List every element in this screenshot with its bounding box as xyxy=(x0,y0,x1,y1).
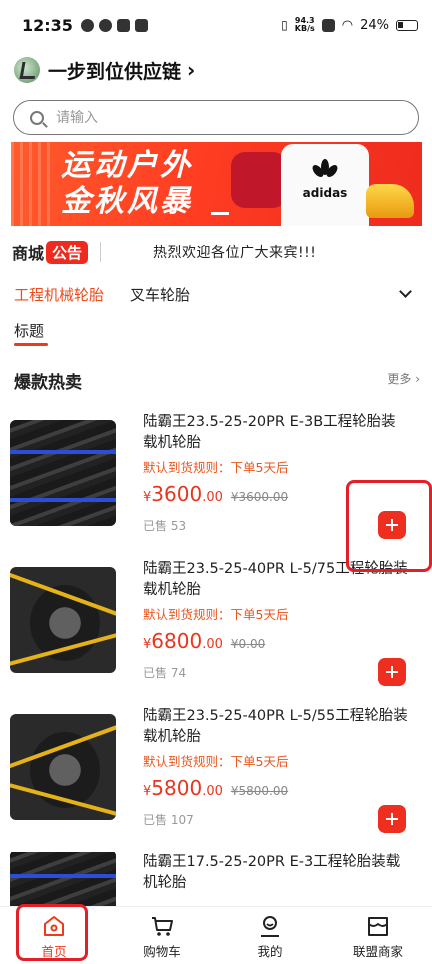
sold-count: 已售 53 xyxy=(143,519,187,533)
original-price: ¥5800.00 xyxy=(230,784,289,798)
notice-badge: 公告 xyxy=(46,240,89,264)
price-integer: 5800 xyxy=(151,776,203,800)
sim-off-icon xyxy=(321,18,335,32)
banner-headline: 运动户外 金秋风暴 xyxy=(61,148,193,220)
highlight-box xyxy=(16,904,88,961)
product-price: ¥ 6800 .00 ¥0.00 xyxy=(143,629,265,653)
banner-decoration xyxy=(11,142,51,226)
tire-band xyxy=(10,874,116,878)
product-card[interactable]: 陆霸王23.5-25-40PR L-5/55工程轮胎装载机轮胎 默认到货规则：下… xyxy=(0,706,432,846)
sold-count: 已售 74 xyxy=(143,666,187,680)
product-image[interactable] xyxy=(10,714,116,820)
tire-band xyxy=(10,498,116,502)
shop-name: 一步到位供应链 xyxy=(48,60,182,83)
product-card[interactable]: 陆霸王17.5-25-20PR E-3工程轮胎装载机轮胎 xyxy=(0,852,432,906)
banner-shirt-image: adidas xyxy=(281,144,369,226)
wifi-icon: ◠ xyxy=(341,17,354,33)
trefoil-logo-icon xyxy=(312,159,338,177)
price-integer: 6800 xyxy=(151,629,203,653)
tire-tread xyxy=(10,420,116,526)
status-bar: 12:35 ▯ 94.3 KB/s ◠ 24% xyxy=(0,0,432,50)
tab-engineering-tires[interactable]: 工程机械轮胎 xyxy=(14,284,104,305)
banner-arrow xyxy=(211,212,229,215)
weibo-icon xyxy=(80,18,94,32)
highlight-box xyxy=(346,480,432,572)
search-input[interactable] xyxy=(56,109,356,126)
vibrate-icon: ▯ xyxy=(281,18,288,32)
product-price: ¥ 5800 .00 ¥5800.00 xyxy=(143,776,288,800)
nav-label: 联盟商家 xyxy=(352,944,403,959)
shop-logo xyxy=(14,57,40,83)
add-to-cart-button[interactable] xyxy=(378,805,406,833)
search-bar[interactable] xyxy=(13,100,419,135)
delivery-rule: 默认到货规则：下单5天后 xyxy=(143,754,289,769)
banner-bag-image xyxy=(231,152,287,208)
price-integer: 3600 xyxy=(151,482,203,506)
notice-text: 热烈欢迎各位广大来宾!!! xyxy=(153,245,317,261)
price-decimal: .00 xyxy=(202,637,223,652)
price-currency: ¥ xyxy=(143,637,152,652)
promo-banner[interactable]: 运动户外 金秋风暴 adidas xyxy=(11,142,422,226)
product-card[interactable]: 陆霸王23.5-25-40PR L-5/75工程轮胎装载机轮胎 默认到货规则：下… xyxy=(0,559,432,699)
category-tabs: 工程机械轮胎 叉车轮胎 xyxy=(14,282,418,306)
status-time: 12:35 xyxy=(22,15,73,35)
notice-bar[interactable]: 商城 公告 热烈欢迎各位广大来宾!!! xyxy=(12,238,422,266)
original-price: ¥3600.00 xyxy=(230,490,289,504)
product-name[interactable]: 陆霸王17.5-25-20PR E-3工程轮胎装载机轮胎 xyxy=(143,852,408,894)
original-price: ¥0.00 xyxy=(230,637,266,651)
banner-shoe-image xyxy=(366,184,414,218)
status-right: ▯ 94.3 KB/s ◠ 24% xyxy=(281,17,418,33)
chevron-right-icon: › xyxy=(187,58,196,82)
tab-forklift-tires[interactable]: 叉车轮胎 xyxy=(130,284,190,305)
price-currency: ¥ xyxy=(143,490,152,505)
notification-icons xyxy=(80,18,148,32)
net-speed: 94.3 KB/s xyxy=(295,17,315,33)
delivery-rule: 默认到货规则：下单5天后 xyxy=(143,607,289,622)
add-to-cart-button[interactable] xyxy=(378,658,406,686)
nav-label: 购物车 xyxy=(143,944,181,959)
subtab-indicator xyxy=(14,343,48,346)
nav-label: 我的 xyxy=(257,944,283,959)
shop-header[interactable]: 一步到位供应链 › xyxy=(14,54,195,86)
divider xyxy=(100,242,102,262)
tire-band xyxy=(10,450,116,454)
chevron-down-icon[interactable] xyxy=(399,284,412,298)
product-image[interactable] xyxy=(10,420,116,526)
app-icon xyxy=(98,18,112,32)
banner-line-2: 金秋风暴 xyxy=(61,184,193,219)
price-currency: ¥ xyxy=(143,784,152,799)
tiktok-icon xyxy=(116,18,130,32)
battery-icon xyxy=(396,19,418,31)
banner-line-1: 运动户外 xyxy=(61,148,193,183)
price-decimal: .00 xyxy=(202,490,223,505)
price-decimal: .00 xyxy=(202,784,223,799)
product-name[interactable]: 陆霸王23.5-25-20PR E-3B工程轮胎装载机轮胎 xyxy=(143,412,408,454)
tire-tread xyxy=(10,852,116,906)
search-icon xyxy=(30,110,44,125)
section-title: 爆款热卖 xyxy=(14,373,82,393)
net-speed-unit: KB/s xyxy=(294,24,315,33)
product-price: ¥ 3600 .00 ¥3600.00 xyxy=(143,482,288,506)
nav-alliance[interactable]: 联盟商家 xyxy=(324,907,432,964)
subtab-title[interactable]: 标题 xyxy=(14,320,44,341)
store-icon xyxy=(368,917,388,936)
nav-mine[interactable]: 我的 xyxy=(216,907,324,964)
user-icon xyxy=(261,916,279,937)
product-image[interactable] xyxy=(10,567,116,673)
notice-mall-label: 商城 xyxy=(12,244,45,263)
nav-cart[interactable]: 购物车 xyxy=(108,907,216,964)
delivery-rule: 默认到货规则：下单5天后 xyxy=(143,460,289,475)
product-name[interactable]: 陆霸王23.5-25-40PR L-5/55工程轮胎装载机轮胎 xyxy=(143,706,408,748)
message-icon xyxy=(134,18,148,32)
more-link[interactable]: 更多 › xyxy=(387,370,420,387)
cart-icon xyxy=(152,917,173,936)
product-image[interactable] xyxy=(10,852,116,906)
banner-brand: adidas xyxy=(302,186,348,200)
battery-percent: 24% xyxy=(360,17,389,33)
sold-count: 已售 107 xyxy=(143,813,194,827)
